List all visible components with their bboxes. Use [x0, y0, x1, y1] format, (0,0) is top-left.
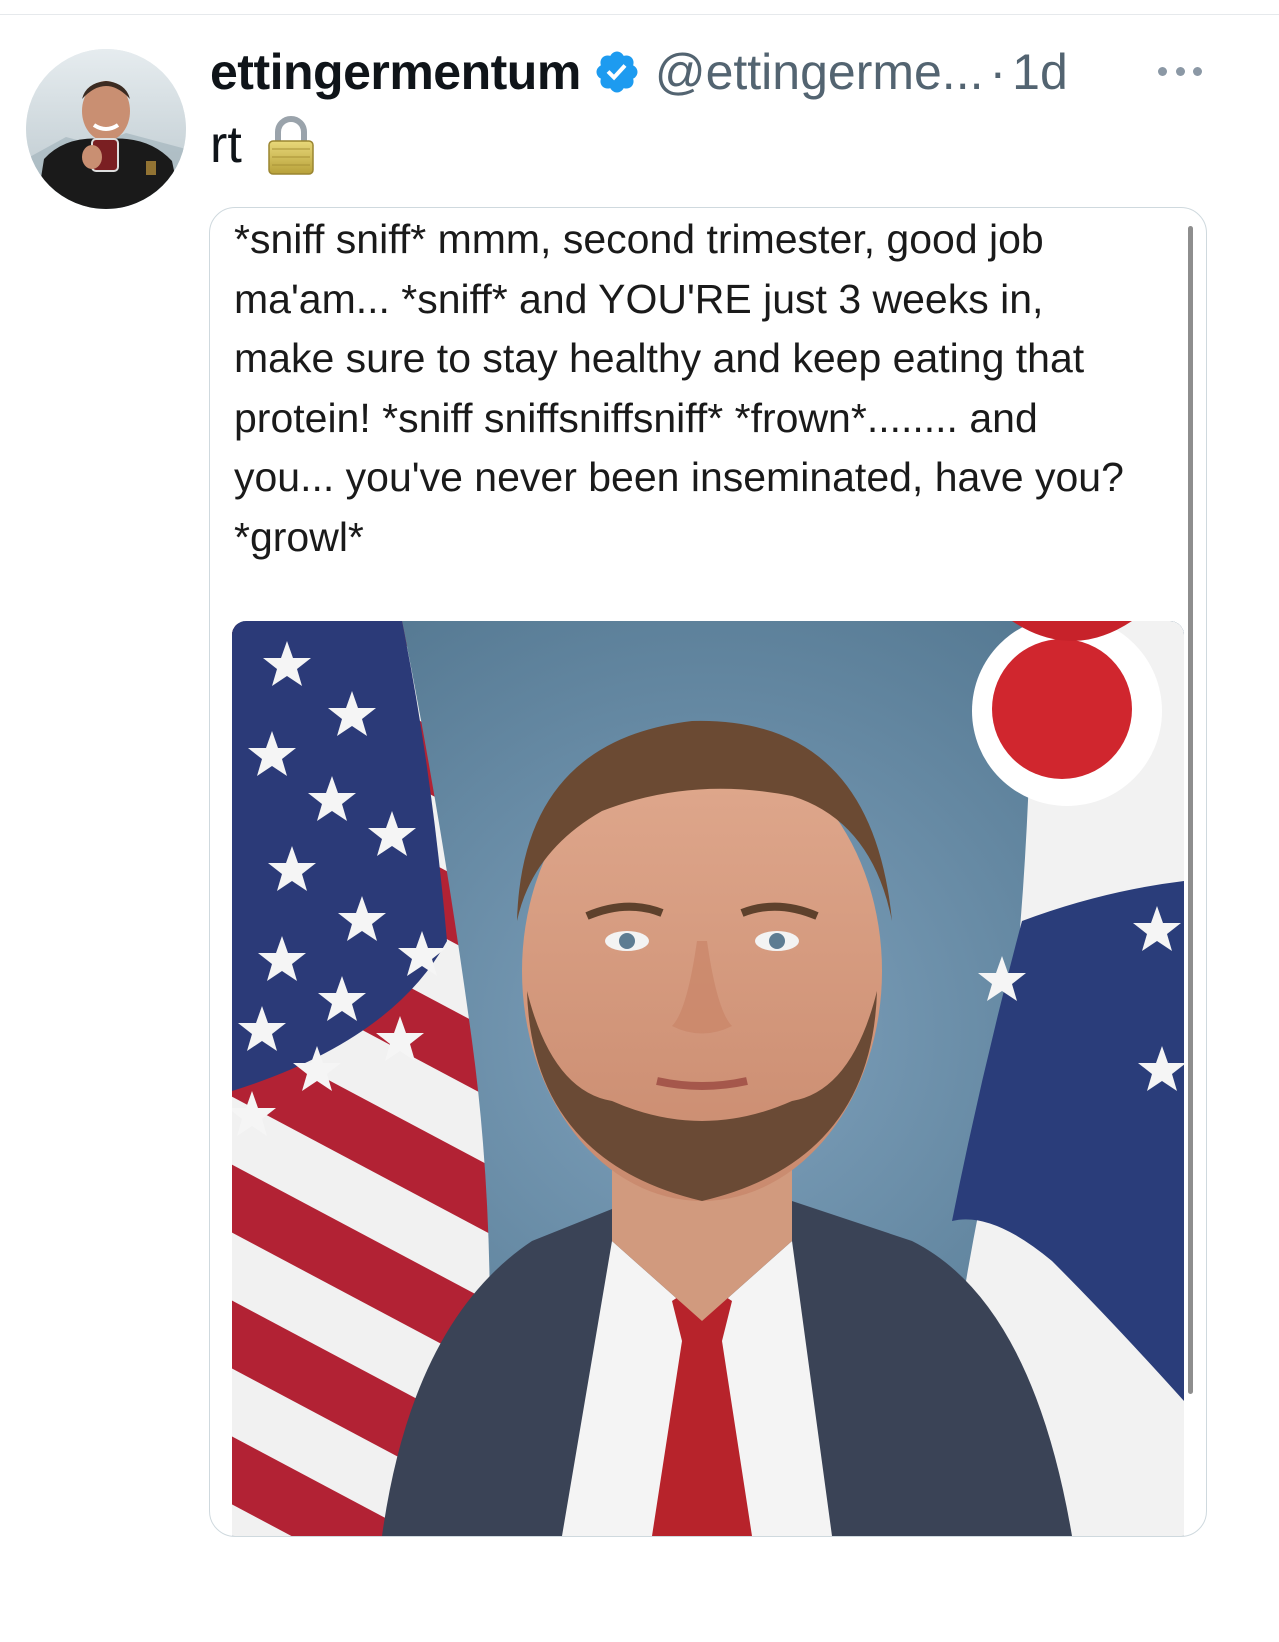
- quoted-line: protein! *sniff sniffsniffsniff* *frown*…: [234, 394, 1038, 441]
- user-handle[interactable]: @ettingerme...: [655, 43, 984, 101]
- quoted-line: you... you've never been inseminated, ha…: [234, 454, 1124, 500]
- quoted-line: *sniff sniff* mmm, second trimester, goo…: [234, 216, 1044, 262]
- avatar-image: [26, 49, 186, 209]
- quoted-line: make sure to stay healthy and keep eatin…: [234, 335, 1085, 381]
- more-options-icon[interactable]: [1158, 58, 1202, 84]
- avatar[interactable]: [26, 49, 186, 209]
- more-dot: [1175, 66, 1185, 76]
- quoted-post-text: *sniff sniff* mmm, second trimester, goo…: [234, 208, 1189, 567]
- separator-dot: ·: [989, 44, 1007, 100]
- quoted-line: *growl*: [234, 513, 364, 560]
- quoted-post-photo[interactable]: [232, 621, 1184, 1536]
- more-dot: [1158, 66, 1167, 76]
- portrait-image: [232, 621, 1184, 1536]
- top-divider: [0, 14, 1279, 15]
- quoted-line: ma'am... *sniff* and YOU'RE just 3 weeks…: [234, 275, 1044, 322]
- tweet-text: rt: [210, 112, 316, 178]
- verified-badge-icon: [593, 48, 641, 96]
- timestamp[interactable]: 1d: [1012, 43, 1068, 101]
- display-name[interactable]: ettingermentum: [210, 43, 581, 101]
- more-dot: [1193, 66, 1202, 76]
- tweet-body: rt: [210, 116, 242, 174]
- quoted-post-card[interactable]: *sniff sniff* mmm, second trimester, goo…: [209, 207, 1207, 1537]
- tweet-header: ettingermentum @ettingerme... · 1d: [210, 42, 1068, 102]
- lock-icon: [266, 114, 316, 176]
- scrollbar[interactable]: [1188, 226, 1193, 1394]
